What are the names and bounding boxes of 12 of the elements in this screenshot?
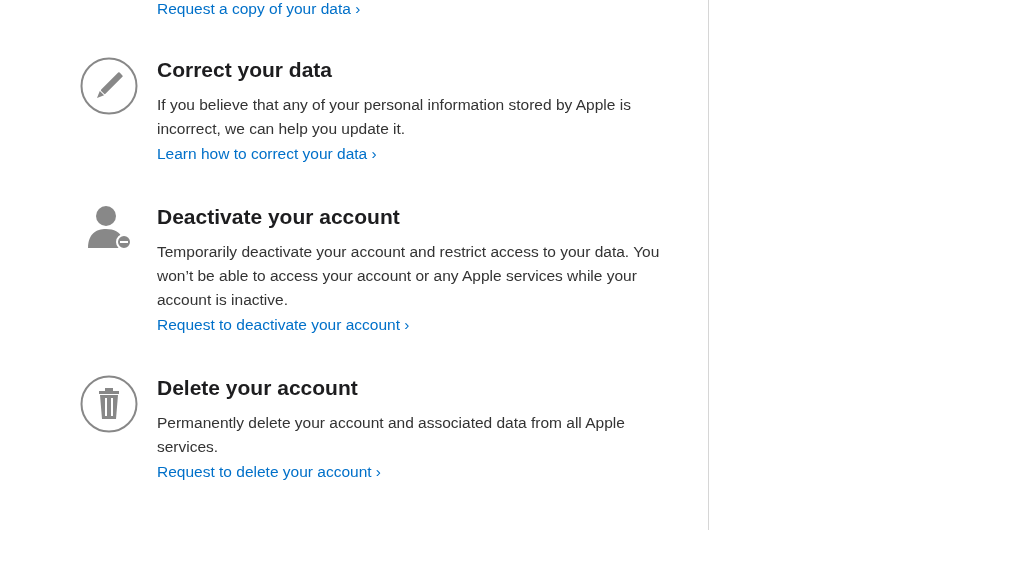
section-description: Temporarily deactivate your account and restrict access to your data. You won’t be able to access your account or any Apple services while your account is inactive.: [157, 242, 661, 310]
section-title: Correct your data: [157, 57, 334, 83]
section-description: Permanently delete your account and associated data from all Apple services.: [157, 413, 626, 457]
section-title: Deactivate your account: [157, 204, 401, 230]
section-description: If you believe that any of your personal information stored by Apple is incorrect, we can help you update it.: [157, 95, 632, 139]
pencil-icon: [80, 57, 138, 115]
section-title: Delete your account: [157, 375, 359, 401]
trash-icon: [80, 375, 138, 433]
section-link[interactable]: Learn how to correct your data ›: [157, 141, 377, 167]
section-link[interactable]: Request to delete your account ›: [157, 459, 382, 485]
copy-data-link[interactable]: Request a copy of your data ›: [157, 0, 361, 19]
section-link[interactable]: Request to deactivate your account ›: [157, 312, 410, 338]
